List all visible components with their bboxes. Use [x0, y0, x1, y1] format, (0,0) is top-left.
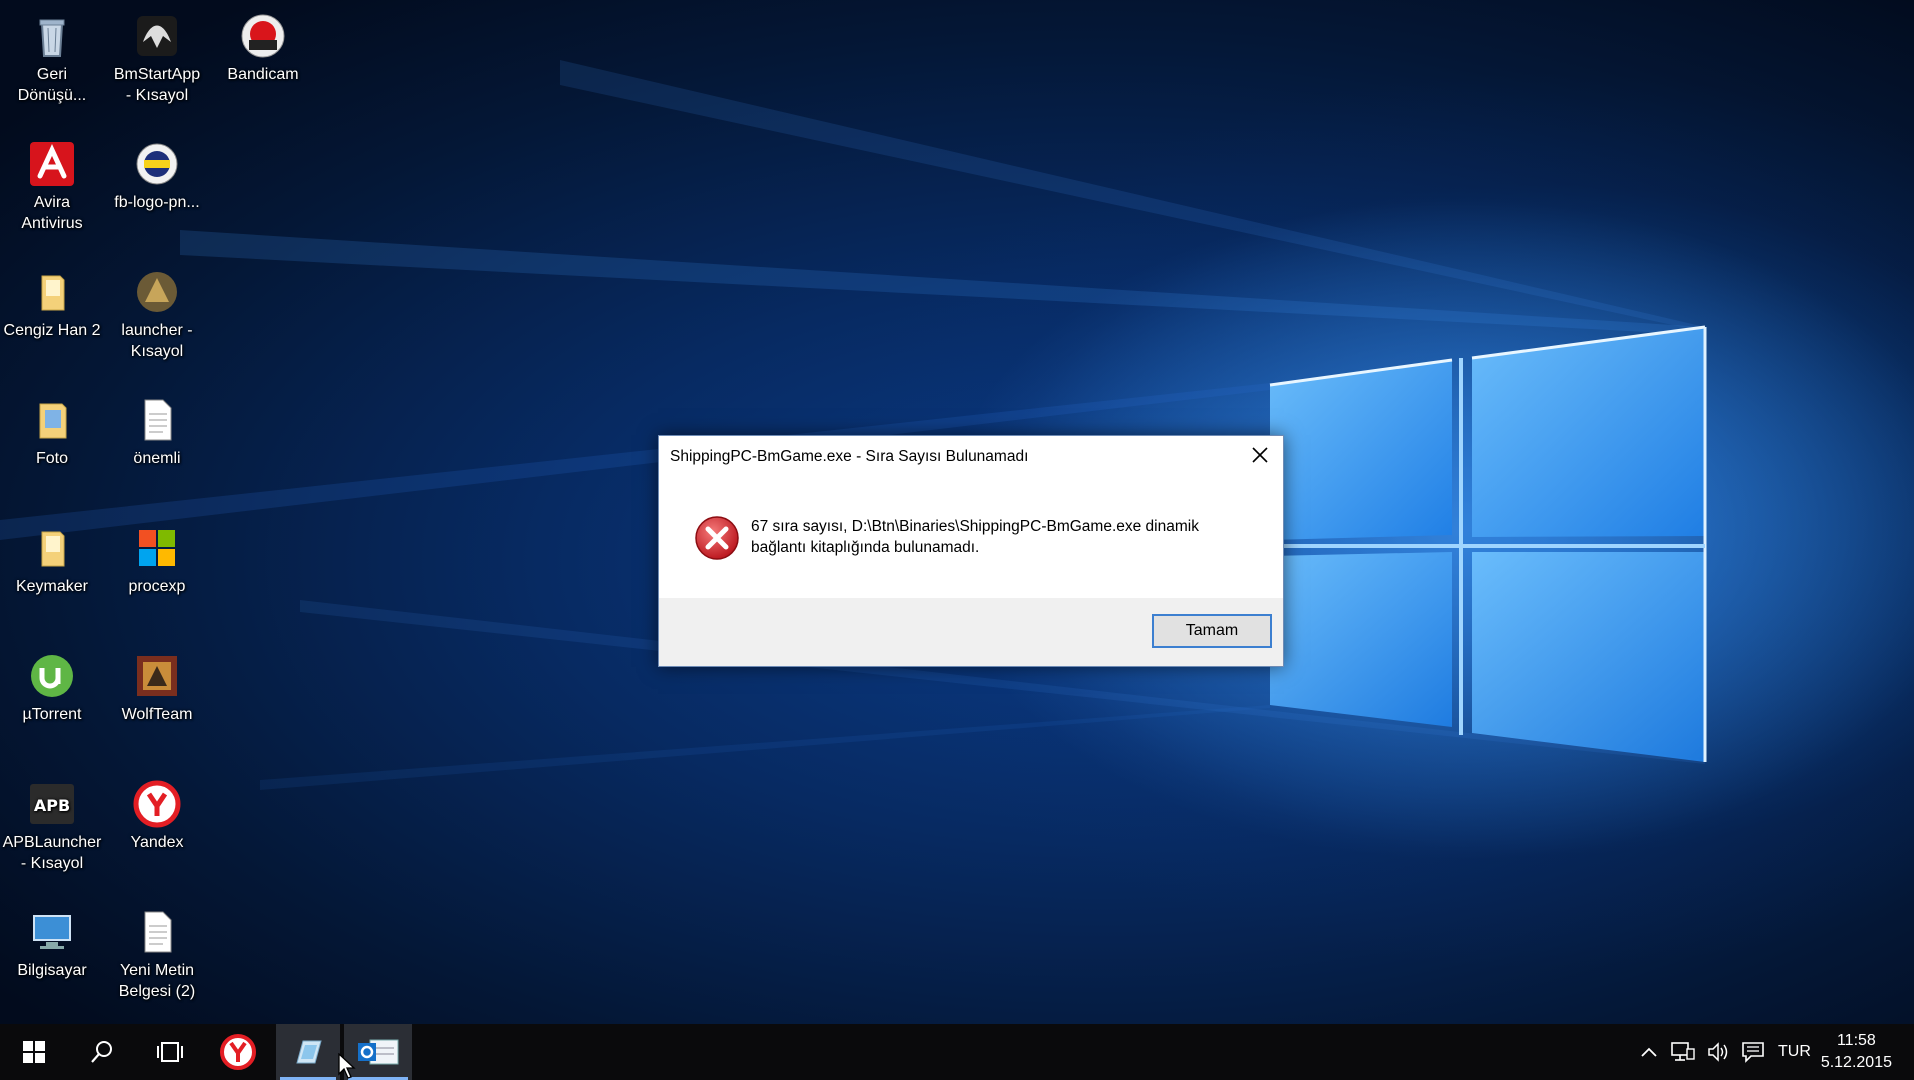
error-icon [695, 516, 739, 560]
folder-icon [28, 268, 76, 316]
text-file-icon [133, 396, 181, 444]
dialog-message-line: 67 sıra sayısı, D:\Btn\Binaries\Shipping… [751, 518, 1199, 535]
action-center-button[interactable] [1738, 1024, 1768, 1080]
desktop-icon-label: Foto [35, 450, 68, 467]
recycle-bin-icon [28, 12, 76, 60]
chevron-up-icon [1641, 1047, 1657, 1057]
procexp-icon [133, 524, 181, 572]
yandex-browser-icon [220, 1034, 256, 1070]
desktop-icon-label: launcher - Kısayol [121, 322, 193, 360]
desktop-icon-apblauncher[interactable]: APB APBLauncher - Kısayol [0, 774, 104, 874]
desktop-icon-yeni-metin-belgesi[interactable]: Yeni Metin Belgesi (2) [105, 902, 209, 1002]
error-dialog: ShippingPC-BmGame.exe - Sıra Sayısı Bulu… [658, 435, 1284, 667]
desktop-icon-utorrent[interactable]: µTorrent [0, 646, 104, 725]
desktop-icon-label: Yeni Metin Belgesi (2) [118, 962, 196, 1000]
desktop-icon-label: Geri Dönüşü... [17, 66, 87, 104]
avira-icon [28, 140, 76, 188]
desktop-icon-foto[interactable]: Foto [0, 390, 104, 469]
taskbar-yandex-browser[interactable] [204, 1024, 272, 1080]
desktop-icon-label: fb-logo-pn... [114, 194, 200, 211]
app-icon [296, 1040, 322, 1064]
taskbar: TUR 11:58 5.12.2015 [0, 1024, 1914, 1080]
desktop-icon-bandicam[interactable]: Bandicam [211, 6, 315, 85]
desktop-icon-recycle-bin[interactable]: Geri Dönüşü... [0, 6, 104, 106]
apb-icon: APB [28, 780, 76, 828]
desktop-icon-avira[interactable]: Avira Antivirus [0, 134, 104, 234]
dialog-title: ShippingPC-BmGame.exe - Sıra Sayısı Bulu… [670, 448, 1029, 465]
close-icon [1252, 447, 1268, 463]
desktop-icon-label: Cengiz Han 2 [3, 322, 101, 339]
bandicam-icon [239, 12, 287, 60]
dialog-footer: Tamam [659, 598, 1283, 666]
desktop-icon-fb-logo[interactable]: fb-logo-pn... [105, 134, 209, 213]
desktop-icon-bilgisayar[interactable]: Bilgisayar [0, 902, 104, 981]
close-button[interactable] [1243, 440, 1277, 470]
desktop-icon-procexp[interactable]: procexp [105, 518, 209, 597]
outlook-icon [358, 1039, 399, 1065]
action-center-icon [1742, 1042, 1764, 1063]
network-button[interactable] [1668, 1024, 1698, 1080]
desktop-icon-bmstartapp[interactable]: BmStartApp - Kısayol [105, 6, 209, 106]
yandex-icon [133, 780, 181, 828]
network-icon [1671, 1042, 1695, 1061]
desktop-icon-label: Avira Antivirus [21, 194, 83, 232]
desktop-icon-launcher[interactable]: launcher - Kısayol [105, 262, 209, 362]
start-button[interactable] [0, 1024, 68, 1080]
clock[interactable]: 11:58 5.12.2015 [1821, 1030, 1892, 1074]
text-file-icon [133, 908, 181, 956]
start-icon [23, 1041, 45, 1063]
task-view-icon [157, 1042, 183, 1062]
clock-date: 5.12.2015 [1820, 1054, 1892, 1071]
dialog-message: 67 sıra sayısı, D:\Btn\Binaries\Shipping… [751, 516, 1251, 558]
dialog-message-line: bağlantı kitaplığında bulunamadı. [751, 539, 980, 556]
desktop-icon-label: APBLauncher - Kısayol [2, 834, 102, 872]
desktop-icon-label: önemli [133, 450, 181, 467]
fb-logo-icon [133, 140, 181, 188]
search-icon [91, 1041, 112, 1063]
desktop-icon-label: BmStartApp - Kısayol [113, 66, 201, 104]
ok-button[interactable]: Tamam [1152, 614, 1272, 648]
desktop-icon-yandex[interactable]: Yandex [105, 774, 209, 853]
desktop-icon-label: Bilgisayar [17, 962, 87, 979]
desktop-icon-label: procexp [128, 578, 186, 595]
desktop-icon-keymaker[interactable]: Keymaker [0, 518, 104, 597]
wolfteam-icon [133, 652, 181, 700]
taskbar-app[interactable] [276, 1024, 340, 1080]
bmstartapp-icon [133, 12, 181, 60]
folder-icon [28, 524, 76, 572]
desktop-icon-label: Yandex [130, 834, 184, 851]
desktop-icon-label: Bandicam [227, 66, 299, 83]
svg-text:APB: APB [34, 796, 70, 815]
clock-time: 11:58 [1836, 1032, 1876, 1049]
input-language-indicator[interactable]: TUR [1778, 1024, 1811, 1080]
computer-icon [28, 908, 76, 956]
desktop-icon-wolfteam[interactable]: WolfTeam [105, 646, 209, 725]
desktop-icon-label: WolfTeam [121, 706, 193, 723]
desktop-icon-cengiz-han-2[interactable]: Cengiz Han 2 [0, 262, 104, 341]
volume-icon [1708, 1042, 1728, 1062]
utorrent-icon [28, 652, 76, 700]
folder-icon [28, 396, 76, 444]
volume-button[interactable] [1704, 1024, 1734, 1080]
desktop-icon-onemli[interactable]: önemli [105, 390, 209, 469]
desktop-icon-label: µTorrent [22, 706, 82, 723]
task-view-button[interactable] [136, 1024, 204, 1080]
launcher-icon [133, 268, 181, 316]
show-hidden-icons-button[interactable] [1636, 1024, 1662, 1080]
desktop-icon-label: Keymaker [15, 578, 89, 595]
search-button[interactable] [68, 1024, 136, 1080]
mouse-cursor-icon [338, 1053, 356, 1079]
